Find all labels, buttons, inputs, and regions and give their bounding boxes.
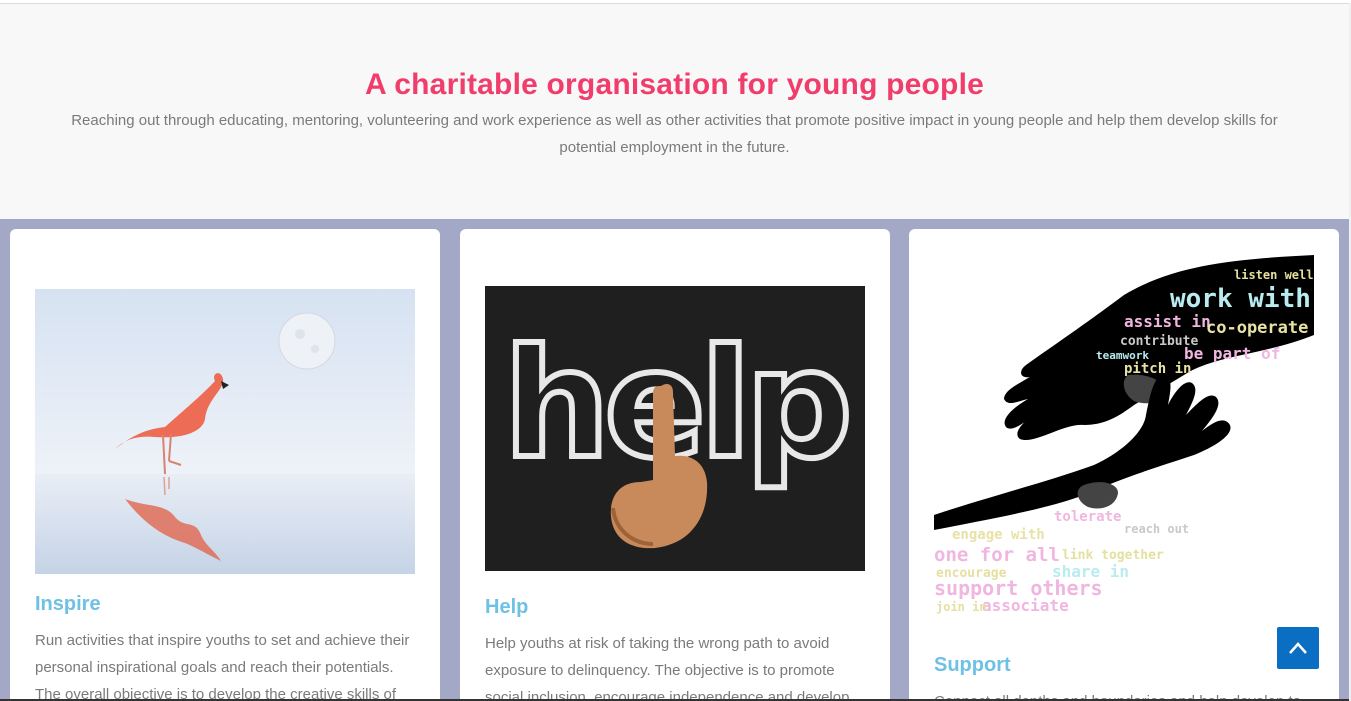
card-support: listen well work with assist in co-opera… xyxy=(909,229,1339,701)
word-17: encourage xyxy=(936,566,1007,581)
word-8: pitch in xyxy=(1124,361,1191,377)
flamingo-illustration xyxy=(35,289,415,574)
card-inspire: Inspire Run activities that inspire yout… xyxy=(10,229,440,701)
flamingo-image xyxy=(35,289,415,574)
word-3: assist in xyxy=(1124,312,1211,331)
word-18: join in xyxy=(936,600,987,614)
hero-subtitle: Reaching out through educating, mentorin… xyxy=(71,112,1278,156)
hero-title: A charitable organisation for young peop… xyxy=(364,68,985,101)
word-4: co-operate xyxy=(1206,318,1308,338)
help-chalk-illustration: help xyxy=(485,286,865,571)
scroll-to-top-button[interactable] xyxy=(1277,627,1319,669)
page: A charitable organisation for young peop… xyxy=(0,0,1351,701)
word-cloud-hands-illustration: listen well work with assist in co-opera… xyxy=(934,255,1314,630)
card-title-support[interactable]: Support xyxy=(934,654,1011,677)
card-help: help Help Help youths at risk of taking … xyxy=(460,229,890,701)
hero-section: A charitable organisation for young peop… xyxy=(0,4,1349,219)
word-11: reach out xyxy=(1124,522,1189,536)
word-cloud-hands-image: listen well work with assist in co-opera… xyxy=(934,255,1314,630)
card-title-help[interactable]: Help xyxy=(485,596,528,619)
word-16: associate xyxy=(982,596,1069,615)
word-12: one for all xyxy=(934,544,1060,566)
word-2: work with xyxy=(1170,284,1311,314)
word-13: link together xyxy=(1062,548,1164,563)
word-9: engage with xyxy=(952,527,1045,543)
help-chalk-image: help xyxy=(485,286,865,571)
card-title-inspire[interactable]: Inspire xyxy=(35,593,101,616)
word-1: listen well xyxy=(1234,268,1313,282)
word-6: be part of xyxy=(1184,344,1280,363)
card-desc-inspire: Run activities that inspire youths to se… xyxy=(35,632,410,701)
chevron-up-icon xyxy=(1289,642,1307,654)
word-10: tolerate xyxy=(1054,509,1121,525)
card-desc-help: Help youths at risk of taking the wrong … xyxy=(485,635,850,701)
